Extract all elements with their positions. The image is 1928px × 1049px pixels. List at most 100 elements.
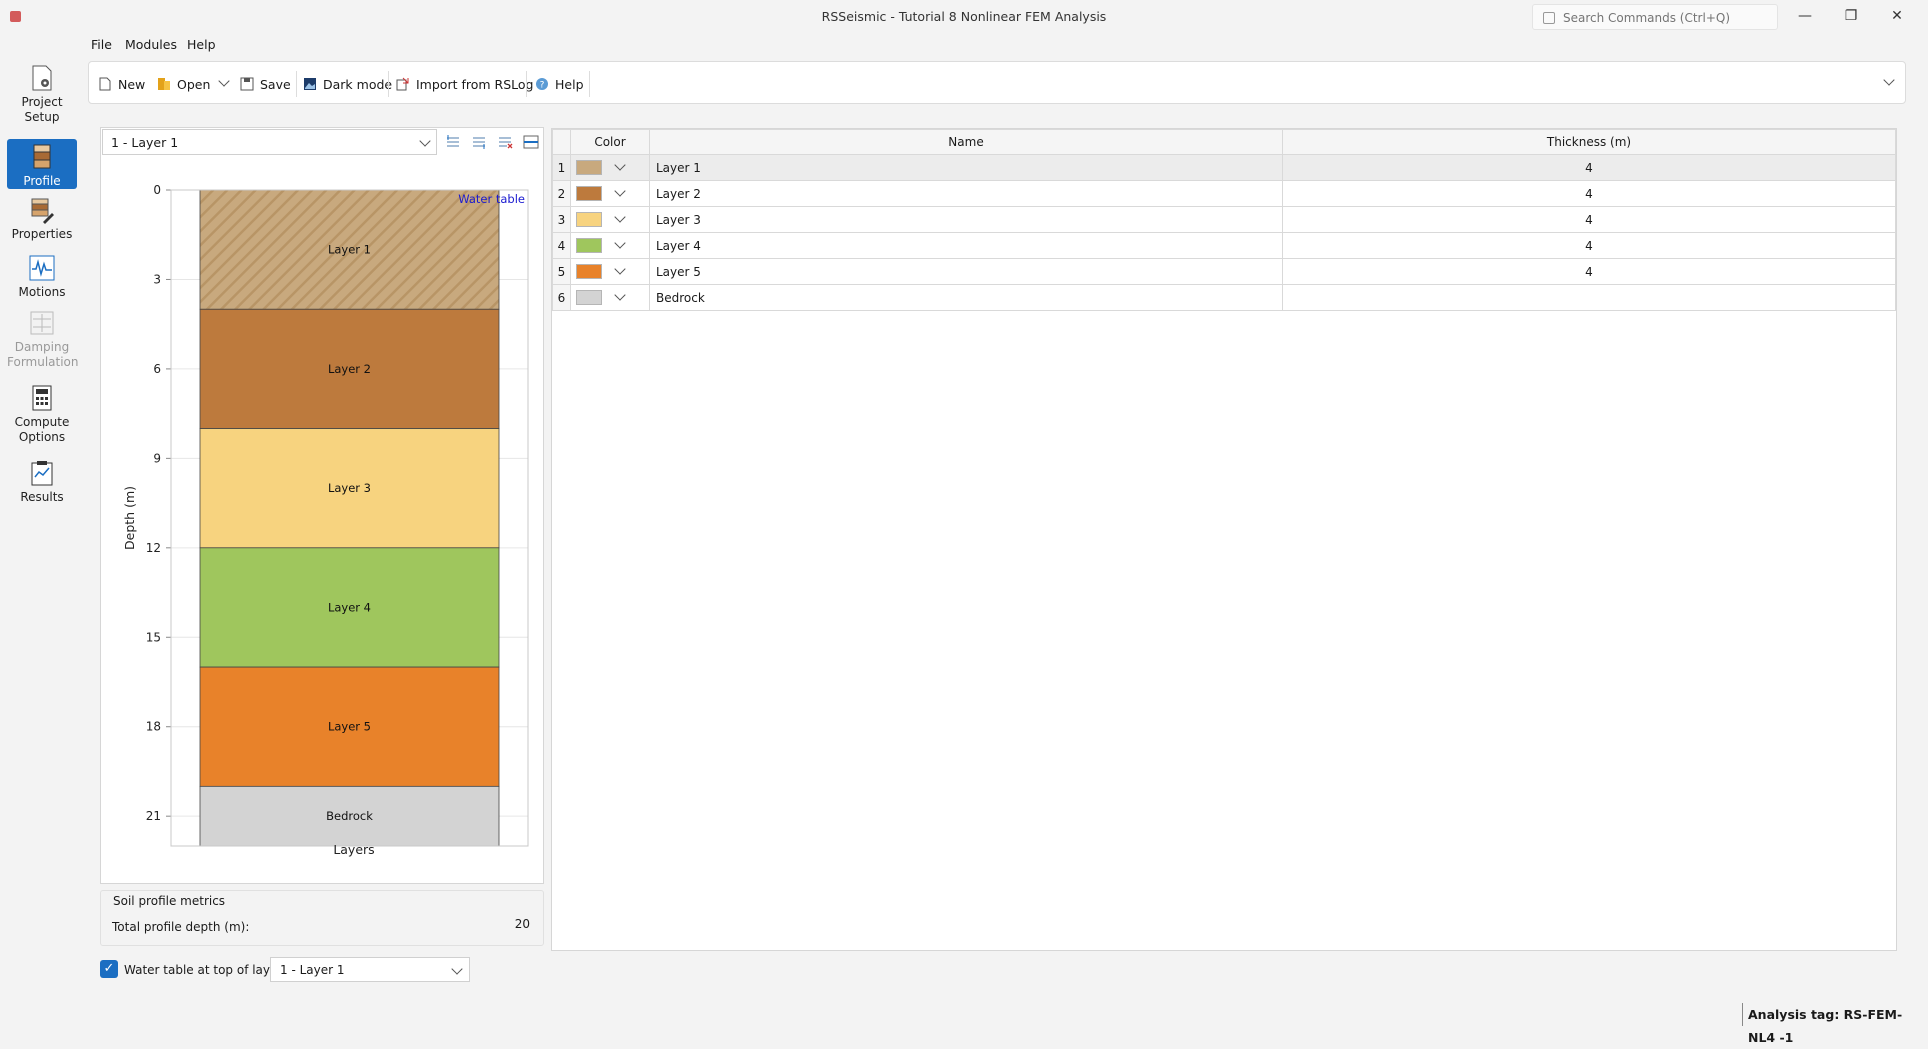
insert-layer-above-icon[interactable] — [445, 134, 461, 150]
sidebar-item-results[interactable]: Results — [7, 459, 77, 507]
delete-layer-icon[interactable] — [497, 134, 513, 150]
color-swatch[interactable] — [576, 212, 602, 227]
sidebar-item-compute-options[interactable]: Compute Options — [7, 384, 77, 446]
color-column-header[interactable]: Color — [570, 129, 650, 155]
compute-icon — [32, 385, 52, 411]
color-swatch[interactable] — [576, 238, 602, 253]
name-cell[interactable]: Layer 1 — [649, 154, 1283, 181]
name-column-header[interactable]: Name — [649, 129, 1283, 155]
name-cell[interactable]: Layer 2 — [649, 180, 1283, 207]
name-cell[interactable]: Layer 4 — [649, 232, 1283, 259]
chevron-down-icon[interactable] — [614, 211, 626, 223]
sidebar-item-label: Project Setup — [21, 95, 63, 124]
chevron-down-icon[interactable] — [614, 185, 626, 197]
table-row[interactable]: 4 Layer 44 — [552, 232, 1896, 259]
thickness-cell[interactable]: 4 — [1282, 206, 1896, 233]
menu-modules[interactable]: Modules — [125, 37, 177, 52]
thickness-cell[interactable]: 4 — [1282, 232, 1896, 259]
menu-help[interactable]: Help — [187, 37, 216, 52]
dark-mode-icon — [304, 78, 316, 90]
merge-layers-icon[interactable] — [523, 134, 539, 150]
chart-y-ticks: 0 3 6 9 12 15 18 21 — [146, 183, 171, 823]
menu-file[interactable]: File — [91, 37, 112, 52]
y-tick-label: 21 — [146, 809, 161, 823]
color-cell[interactable] — [570, 284, 650, 311]
metrics-title: Soil profile metrics — [113, 894, 226, 908]
total-depth-label: Total profile depth (m): — [112, 920, 250, 934]
color-cell[interactable] — [570, 232, 650, 259]
profile-icon — [33, 144, 51, 169]
corner-header — [552, 129, 571, 155]
sidebar-item-project-setup[interactable]: Project Setup — [7, 64, 77, 126]
color-cell[interactable] — [570, 206, 650, 233]
total-depth-value: 20 — [514, 917, 530, 931]
table-row[interactable]: 3 Layer 34 — [552, 206, 1896, 233]
name-cell[interactable]: Bedrock — [649, 284, 1283, 311]
sidebar-item-motions[interactable]: Motions — [7, 254, 77, 299]
open-folder-icon — [158, 78, 170, 90]
water-table-label-text: Water table at top of layer: — [124, 963, 287, 977]
thickness-cell[interactable]: 4 — [1282, 258, 1896, 285]
minimize-button[interactable]: — — [1782, 0, 1828, 32]
new-button[interactable]: New — [98, 75, 145, 93]
color-cell[interactable] — [570, 180, 650, 207]
chevron-down-icon[interactable] — [218, 75, 231, 87]
color-swatch[interactable] — [576, 186, 602, 201]
chevron-down-icon[interactable] — [614, 289, 626, 301]
thickness-column-header[interactable]: Thickness (m) — [1282, 129, 1896, 155]
color-swatch[interactable] — [576, 264, 602, 279]
row-number[interactable]: 5 — [552, 258, 571, 285]
search-commands-input[interactable] — [1561, 8, 1765, 28]
chart-layers: Layer 1 Layer 2 Layer 3 Layer 4 Layer 5 Bedro… — [199, 189, 500, 847]
status-bar — [0, 1001, 1928, 1031]
thickness-cell[interactable] — [1282, 284, 1896, 311]
table-row[interactable]: 2 Layer 24 — [552, 180, 1896, 207]
motions-icon — [29, 255, 55, 281]
chevron-down-icon[interactable] — [614, 237, 626, 249]
maximize-button[interactable]: ❐ — [1828, 0, 1874, 32]
layers-table: Color Name Thickness (m) 1 Layer 1 4 2 Layer… — [552, 129, 1896, 311]
color-swatch[interactable] — [576, 160, 602, 175]
water-table-checkbox[interactable]: ✓ — [100, 960, 118, 978]
sidebar-item-profile[interactable]: Profile — [7, 139, 77, 189]
sidebar-item-label: Results — [20, 490, 64, 504]
thickness-cell[interactable]: 4 — [1282, 180, 1896, 207]
help-button[interactable]: ? Help — [535, 75, 584, 93]
chevron-down-icon[interactable] — [614, 159, 626, 171]
open-button[interactable]: Open — [157, 75, 231, 93]
name-cell[interactable]: Layer 5 — [649, 258, 1283, 285]
color-swatch[interactable] — [576, 290, 602, 305]
project-setup-icon — [32, 65, 52, 91]
color-cell[interactable] — [570, 154, 650, 181]
row-number[interactable]: 4 — [552, 232, 571, 259]
name-cell[interactable]: Layer 3 — [649, 206, 1283, 233]
water-table-layer-select[interactable]: 1 - Layer 1 — [270, 957, 470, 982]
row-number[interactable]: 6 — [552, 284, 571, 311]
insert-layer-below-icon[interactable] — [471, 134, 487, 150]
row-number[interactable]: 1 — [552, 154, 571, 181]
sidebar-item-properties[interactable]: Properties — [7, 196, 77, 241]
toolbar-divider — [589, 71, 590, 97]
sidebar-item-damping-formulation[interactable]: Damping Formulation — [7, 309, 79, 371]
sidebar-item-label: Damping Formulation — [7, 340, 79, 369]
thickness-cell[interactable]: 4 — [1282, 154, 1896, 181]
chevron-down-icon[interactable] — [614, 263, 626, 275]
y-axis-label: Depth (m) — [122, 486, 137, 550]
save-button[interactable]: Save — [240, 75, 291, 93]
import-rslog-label: Import from RSLog — [416, 76, 534, 92]
toolbar-expand-chevron-icon[interactable] — [1883, 74, 1895, 86]
import-rslog-button[interactable]: Import from RSLog — [396, 75, 533, 93]
layer-selector[interactable]: 1 - Layer 1 — [102, 129, 437, 155]
table-row[interactable]: 6 Bedrock — [552, 284, 1896, 311]
y-tick-label: 12 — [146, 541, 161, 555]
layers-table-panel: Color Name Thickness (m) 1 Layer 1 4 2 Layer… — [551, 128, 1897, 951]
dark-mode-button[interactable]: Dark mode — [303, 75, 392, 93]
row-number[interactable]: 2 — [552, 180, 571, 207]
table-row[interactable]: 1 Layer 14 — [552, 154, 1896, 181]
soil-profile-metrics: Soil profile metrics Total profile depth… — [100, 890, 544, 946]
table-row[interactable]: 5 Layer 54 — [552, 258, 1896, 285]
row-number[interactable]: 3 — [552, 206, 571, 233]
close-button[interactable]: ✕ — [1874, 0, 1920, 32]
search-commands-box[interactable] — [1532, 4, 1778, 30]
color-cell[interactable] — [570, 258, 650, 285]
